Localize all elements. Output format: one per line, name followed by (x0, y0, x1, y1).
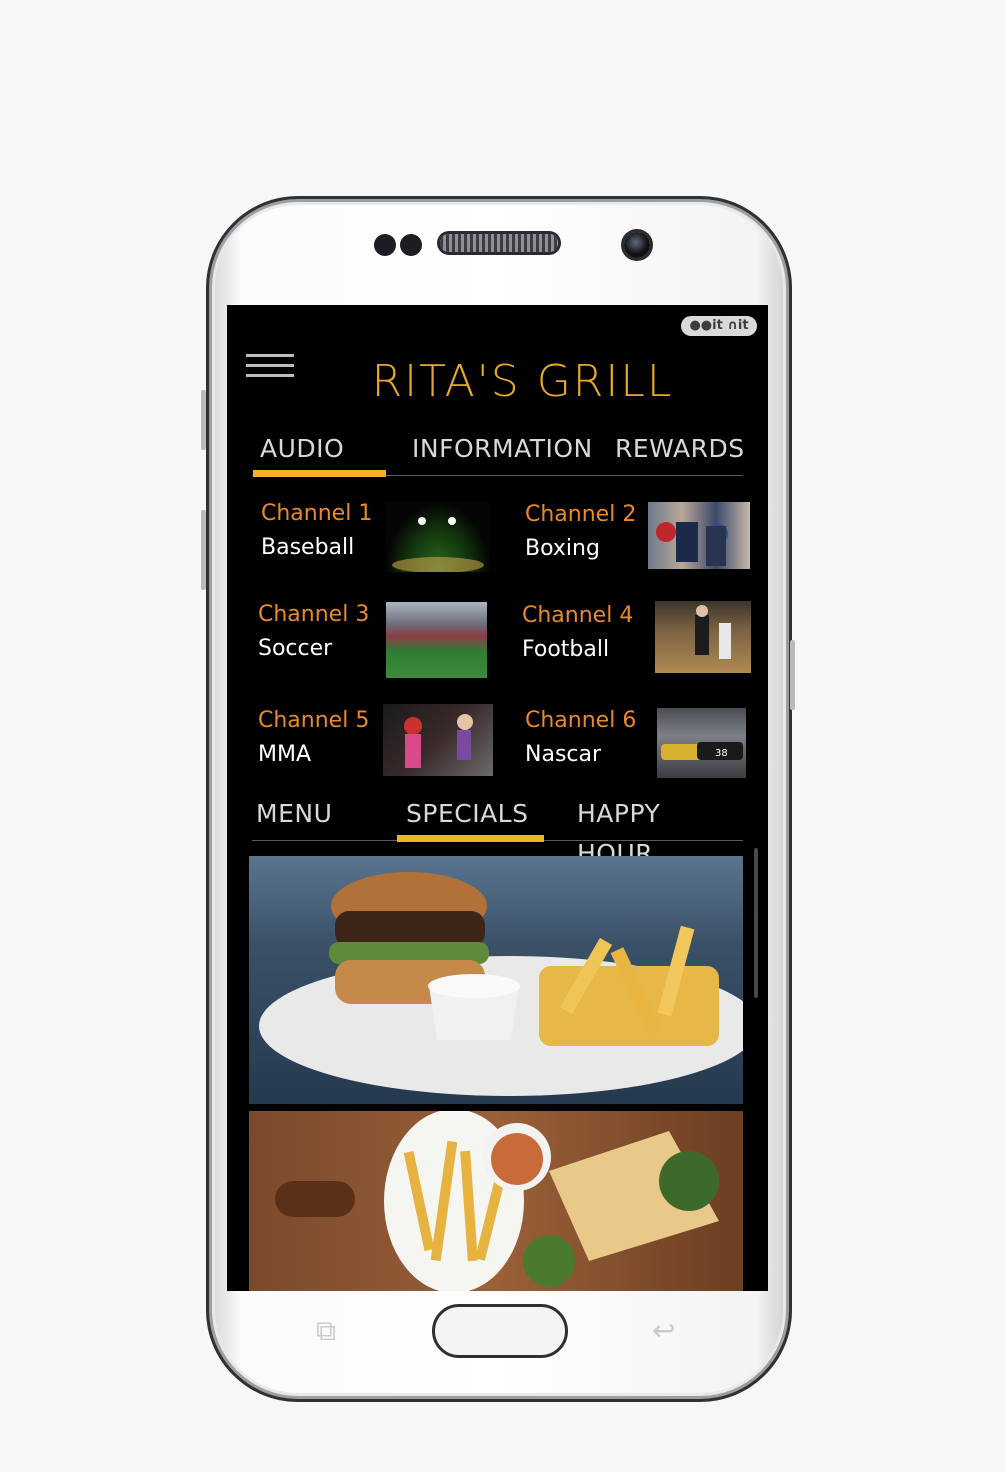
channel-number: Channel 4 (522, 603, 634, 628)
tab-information[interactable]: INFORMATION (412, 429, 593, 471)
recent-apps-icon[interactable]: ⧉ (316, 1314, 336, 1348)
boxing-thumbnail[interactable] (648, 502, 750, 569)
football-thumbnail[interactable] (655, 601, 751, 673)
burger-special-image[interactable] (249, 856, 743, 1104)
channel-name: Football (522, 637, 610, 662)
sensor-dot-left (374, 234, 396, 256)
channel-number: Channel 6 (525, 708, 637, 733)
tab-menu[interactable]: MENU (256, 794, 332, 836)
volume-up-button (201, 390, 206, 450)
tab-happy-hour[interactable]: HAPPY HOUR (577, 794, 743, 868)
top-tab-bar: AUDIO INFORMATION REWARDS (252, 429, 745, 477)
tab-audio[interactable]: AUDIO (260, 429, 344, 471)
front-camera (624, 232, 650, 258)
active-tab-indicator (253, 470, 386, 477)
hamburger-menu-icon[interactable] (246, 354, 294, 378)
svg-text:38: 38 (715, 748, 728, 759)
tab-rewards[interactable]: REWARDS (615, 429, 745, 471)
home-button[interactable] (432, 1304, 568, 1358)
volume-down-button (201, 510, 206, 590)
back-icon[interactable]: ↩ (652, 1314, 675, 1347)
sensor-dot-right (400, 234, 422, 256)
quesadilla-special-image[interactable] (249, 1111, 743, 1291)
channel-name: Nascar (525, 742, 602, 767)
scrollbar[interactable] (754, 848, 758, 998)
channel-number: Channel 3 (258, 602, 370, 627)
channel-name: Soccer (258, 636, 333, 661)
app-logo: RITA'S GRILL (371, 356, 674, 407)
channel-name: Boxing (525, 536, 600, 561)
soccer-thumbnail[interactable] (386, 602, 487, 678)
baseball-thumbnail[interactable] (386, 503, 490, 572)
power-button (790, 640, 795, 710)
food-tab-bar: MENU SPECIALS HAPPY HOUR (252, 794, 743, 868)
channel-name: Baseball (261, 535, 355, 560)
mma-thumbnail[interactable] (383, 704, 493, 776)
channel-name: MMA (258, 742, 312, 767)
nascar-thumbnail[interactable]: 38 (657, 708, 746, 778)
active-tab-indicator (397, 835, 544, 842)
app-screen: ●●it ∩it RITA'S GRILL AUDIO INFORMATION … (227, 305, 768, 1291)
tab-specials[interactable]: SPECIALS (406, 794, 528, 836)
channel-number: Channel 5 (258, 708, 370, 733)
channel-number: Channel 2 (525, 502, 637, 527)
earpiece-speaker (440, 234, 558, 252)
channel-number: Channel 1 (261, 501, 373, 526)
seeit-hearit-badge: ●●it ∩it (681, 316, 757, 336)
